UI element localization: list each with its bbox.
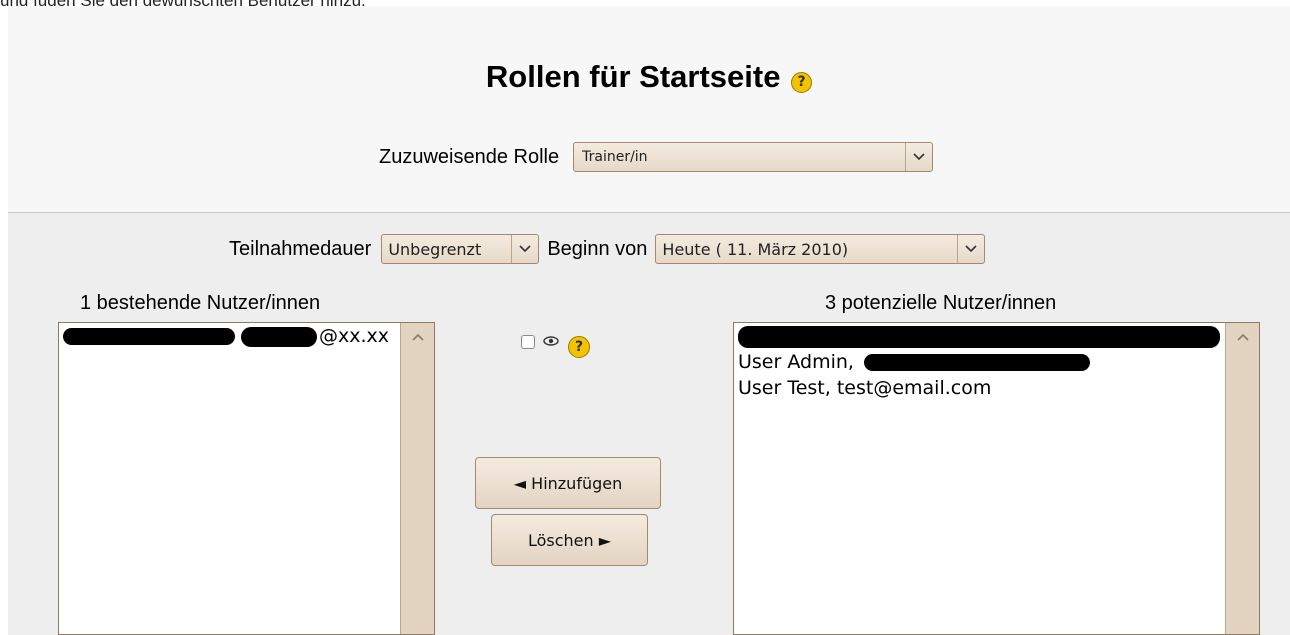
- list-item[interactable]: User Admin,: [734, 349, 1225, 375]
- potential-users-heading: 3 potenzielle Nutzer/innen: [825, 292, 1057, 314]
- role-select-value: Trainer/in: [582, 149, 648, 165]
- scroll-up-icon[interactable]: [1226, 323, 1259, 351]
- chevron-down-icon: [511, 235, 538, 263]
- list-item[interactable]: @xx.xx: [59, 323, 400, 349]
- scroll-up-icon[interactable]: [401, 323, 434, 351]
- duration-label: Teilnahmedauer: [229, 237, 372, 260]
- redaction-mark: [864, 354, 1090, 371]
- duration-select-value: Unbegrenzt: [388, 239, 482, 259]
- role-select[interactable]: Trainer/in: [573, 142, 934, 172]
- begin-select-value: Heute ( 11. März 2010): [662, 239, 849, 259]
- potential-users-list[interactable]: User Admin, User Test, test@email.com: [733, 322, 1260, 635]
- existing-users-heading: 1 bestehende Nutzer/innen: [80, 292, 321, 314]
- redaction-mark: [63, 328, 235, 345]
- scrollbar[interactable]: [400, 323, 434, 634]
- duration-select[interactable]: Unbegrenzt: [381, 234, 540, 264]
- begin-label: Beginn von: [547, 237, 648, 260]
- redaction-mark: [241, 326, 317, 347]
- duration-row: Teilnahmedauer Unbegrenzt Beginn von Heu…: [229, 234, 986, 264]
- list-item[interactable]: User Test, test@email.com: [734, 375, 1225, 401]
- page-title-text: Rollen für Startseite: [485, 59, 781, 94]
- role-header-panel: Rollen für Startseite ?: [8, 6, 1290, 213]
- user-email: @xx.xx: [319, 325, 390, 347]
- scrollbar[interactable]: [1225, 323, 1259, 634]
- chevron-down-icon: [905, 143, 932, 171]
- eye-icon: [543, 334, 559, 350]
- list-item[interactable]: [734, 323, 1225, 349]
- begin-select[interactable]: Heute ( 11. März 2010): [655, 234, 986, 264]
- role-assign-label: Zuzuweisende Rolle: [379, 145, 560, 168]
- user-name: User Test, test@email.com: [738, 377, 992, 399]
- chevron-down-icon: [957, 235, 984, 263]
- help-icon[interactable]: ?: [568, 336, 590, 358]
- page-title: Rollen für Startseite ?: [8, 59, 1290, 95]
- add-user-button[interactable]: ◄ Hinzufügen: [475, 457, 661, 509]
- role-assign-row: Zuzuweisende Rolle Trainer/in: [379, 142, 934, 172]
- show-hidden-checkbox[interactable]: [521, 335, 535, 349]
- help-icon[interactable]: ?: [791, 72, 813, 94]
- remove-user-button[interactable]: Löschen ►: [491, 514, 648, 566]
- redaction-mark: [738, 325, 1220, 348]
- user-name: User Admin,: [738, 351, 854, 373]
- existing-users-list[interactable]: @xx.xx: [58, 322, 435, 635]
